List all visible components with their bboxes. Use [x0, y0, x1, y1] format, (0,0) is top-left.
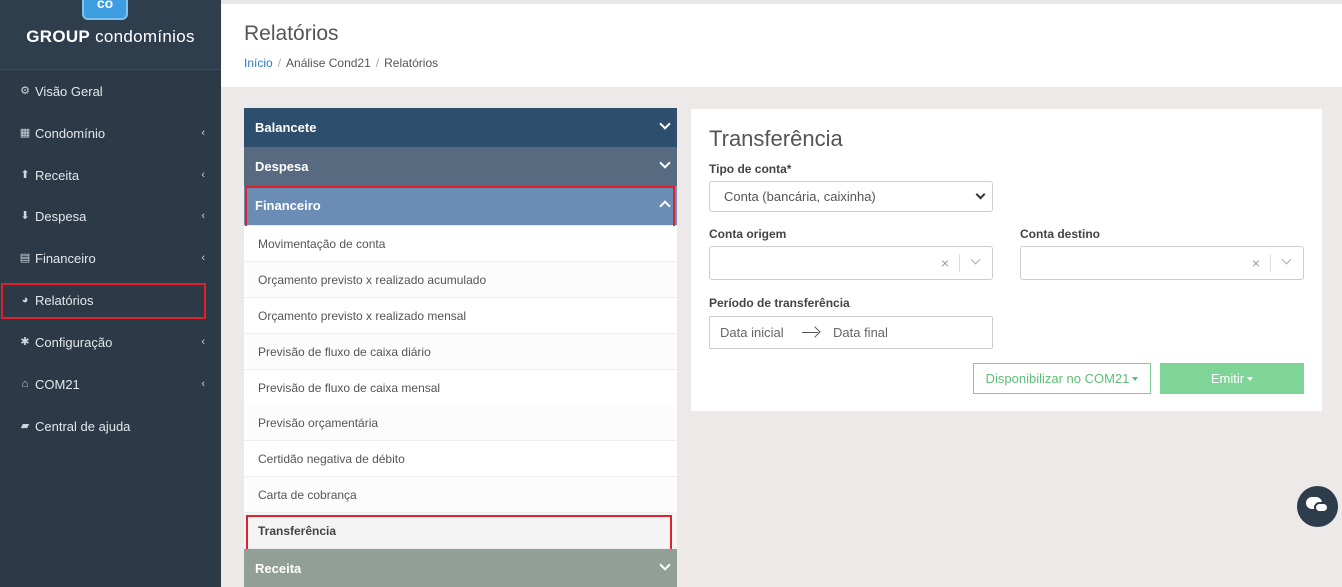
breadcrumb-separator: / [277, 56, 282, 70]
tipo-conta-select[interactable]: Conta (bancária, caixinha) [709, 181, 993, 212]
report-item-fluxo-caixa-diario[interactable]: Previsão de fluxo de caixa diário [244, 334, 677, 370]
caret-down-icon [1132, 376, 1139, 381]
home-icon: ⌂ [21, 378, 29, 390]
building-icon: ▦ [19, 127, 31, 139]
chevron-left-icon: ‹ [201, 378, 205, 390]
brand-logo[interactable]: co [82, 0, 128, 20]
page-title: Relatórios [244, 22, 339, 45]
breadcrumb-relatorios: Relatórios [384, 56, 439, 70]
report-item-carta-de-cobranca[interactable]: Carta de cobrança [244, 477, 677, 513]
arrow-right-icon [802, 332, 818, 333]
report-item-orcamento-acumulado[interactable]: Orçamento previsto x realizado acumulado [244, 262, 677, 298]
sidebar-item-label: Configuração [35, 334, 113, 350]
chevron-left-icon: ‹ [201, 169, 205, 181]
chevron-down-icon[interactable] [1281, 254, 1292, 265]
gear-icon: ✱ [20, 336, 30, 348]
report-item-transferencia[interactable]: Transferência [244, 513, 677, 549]
accordion-receita[interactable]: Receita [244, 549, 677, 587]
periodo-label: Período de transferência [709, 296, 850, 310]
arrow-up-circle-icon: ⬆ [20, 169, 30, 181]
chevron-down-icon [975, 189, 986, 200]
select-divider [1270, 254, 1271, 272]
chevron-down-icon [659, 559, 671, 571]
accordion-label: Receita [255, 560, 302, 576]
sidebar-item-configuracao[interactable]: ✱ Configuração ‹ [0, 322, 221, 362]
pie-chart-icon: ◕ [21, 294, 29, 306]
report-item-previsao-orcamentaria[interactable]: Previsão orçamentária [244, 405, 677, 441]
emitir-label: Emitir [1210, 371, 1245, 386]
clear-icon[interactable]: × [1252, 255, 1260, 271]
chevron-left-icon: ‹ [201, 127, 205, 139]
disponibilizar-label: Disponibilizar no COM21 [985, 371, 1130, 386]
date-range-picker[interactable]: Data inicial Data final [709, 316, 993, 349]
conta-origem-select[interactable]: × [709, 246, 993, 280]
page-header: Relatórios Início / Análise Cond21 / Relatór… [221, 0, 1342, 87]
chat-bubble-shape [1314, 502, 1329, 513]
report-item-fluxo-caixa-mensal[interactable]: Previsão de fluxo de caixa mensal [244, 370, 677, 406]
sidebar-item-label: COM21 [35, 376, 80, 392]
sidebar-item-relatorios[interactable]: ◕ Relatórios [0, 280, 221, 320]
select-divider [959, 254, 960, 272]
accordion-balancete[interactable]: Balancete [244, 108, 677, 147]
brand-name: GROUP condomínios [0, 27, 221, 47]
sidebar-item-condominio[interactable]: ▦ Condomínio ‹ [0, 113, 221, 153]
caret-down-icon [1247, 376, 1254, 381]
accordion-despesa[interactable]: Despesa [244, 147, 677, 186]
sidebar-item-label: Central de ajuda [35, 418, 131, 434]
chevron-up-icon [659, 200, 671, 212]
accordion-label: Balancete [255, 120, 317, 135]
chevron-down-icon [659, 118, 671, 130]
conta-origem-label: Conta origem [709, 227, 787, 241]
report-item-movimentacao-de-conta[interactable]: Movimentação de conta [244, 226, 677, 262]
sidebar-item-label: Condomínio [35, 125, 106, 141]
sidebar-item-label: Receita [35, 167, 80, 183]
form-title: Transferência [709, 126, 843, 151]
accordion-label: Despesa [255, 159, 309, 174]
accordion-financeiro[interactable]: Financeiro [244, 186, 677, 225]
breadcrumb-analise[interactable]: Análise Cond21 [286, 56, 371, 70]
breadcrumb-separator: / [375, 56, 380, 70]
chevron-left-icon: ‹ [201, 252, 205, 264]
sidebar-item-central-de-ajuda[interactable]: ▰ Central de ajuda [0, 406, 221, 446]
conta-destino-select[interactable]: × [1020, 246, 1304, 280]
data-inicial-input[interactable]: Data inicial [720, 325, 784, 340]
help-book-icon: ▰ [20, 420, 30, 432]
conta-destino-label: Conta destino [1020, 227, 1100, 241]
tipo-conta-label: Tipo de conta* [709, 162, 792, 176]
brand-logo-glyph: co [96, 0, 114, 11]
sidebar: co GROUP condomínios ⚙ Visão Geral ▦ Con… [0, 0, 221, 587]
chevron-left-icon: ‹ [201, 210, 205, 222]
dashboard-icon: ⚙ [20, 85, 30, 97]
sidebar-item-com21[interactable]: ⌂ COM21 ‹ [0, 364, 221, 404]
chevron-down-icon[interactable] [970, 254, 981, 265]
report-item-orcamento-mensal[interactable]: Orçamento previsto x realizado mensal [244, 298, 677, 334]
sidebar-item-label: Relatórios [35, 292, 94, 308]
tipo-conta-value: Conta (bancária, caixinha) [724, 189, 876, 204]
sidebar-item-despesa[interactable]: ⬇ Despesa ‹ [0, 196, 221, 236]
report-item-certidao-negativa[interactable]: Certidão negativa de débito [244, 441, 677, 477]
chevron-down-icon [659, 157, 671, 169]
breadcrumb: Início / Análise Cond21 / Relatórios [244, 56, 438, 70]
calculator-icon: ▤ [19, 252, 31, 264]
arrow-down-circle-icon: ⬇ [20, 210, 30, 222]
brand-name-rest: condomínios [90, 27, 195, 46]
report-form-panel: Transferência Tipo de conta* Conta (banc… [691, 109, 1322, 411]
sidebar-item-label: Visão Geral [35, 83, 103, 99]
brand-name-bold: GROUP [26, 27, 91, 46]
sidebar-item-receita[interactable]: ⬆ Receita ‹ [0, 155, 221, 195]
emitir-button[interactable]: Emitir [1160, 363, 1304, 394]
disponibilizar-com21-button[interactable]: Disponibilizar no COM21 [973, 363, 1151, 394]
chevron-left-icon: ‹ [201, 336, 205, 348]
brand-header: co GROUP condomínios [0, 0, 221, 70]
sidebar-item-label: Financeiro [35, 250, 96, 266]
sidebar-item-financeiro[interactable]: ▤ Financeiro ‹ [0, 238, 221, 278]
sidebar-item-label: Despesa [35, 208, 87, 224]
chat-icon[interactable] [1297, 486, 1338, 527]
breadcrumb-inicio[interactable]: Início [244, 56, 273, 70]
sidebar-item-visao-geral[interactable]: ⚙ Visão Geral [0, 71, 221, 111]
clear-icon[interactable]: × [941, 255, 949, 271]
accordion-label: Financeiro [255, 198, 321, 213]
data-final-input[interactable]: Data final [833, 325, 888, 340]
